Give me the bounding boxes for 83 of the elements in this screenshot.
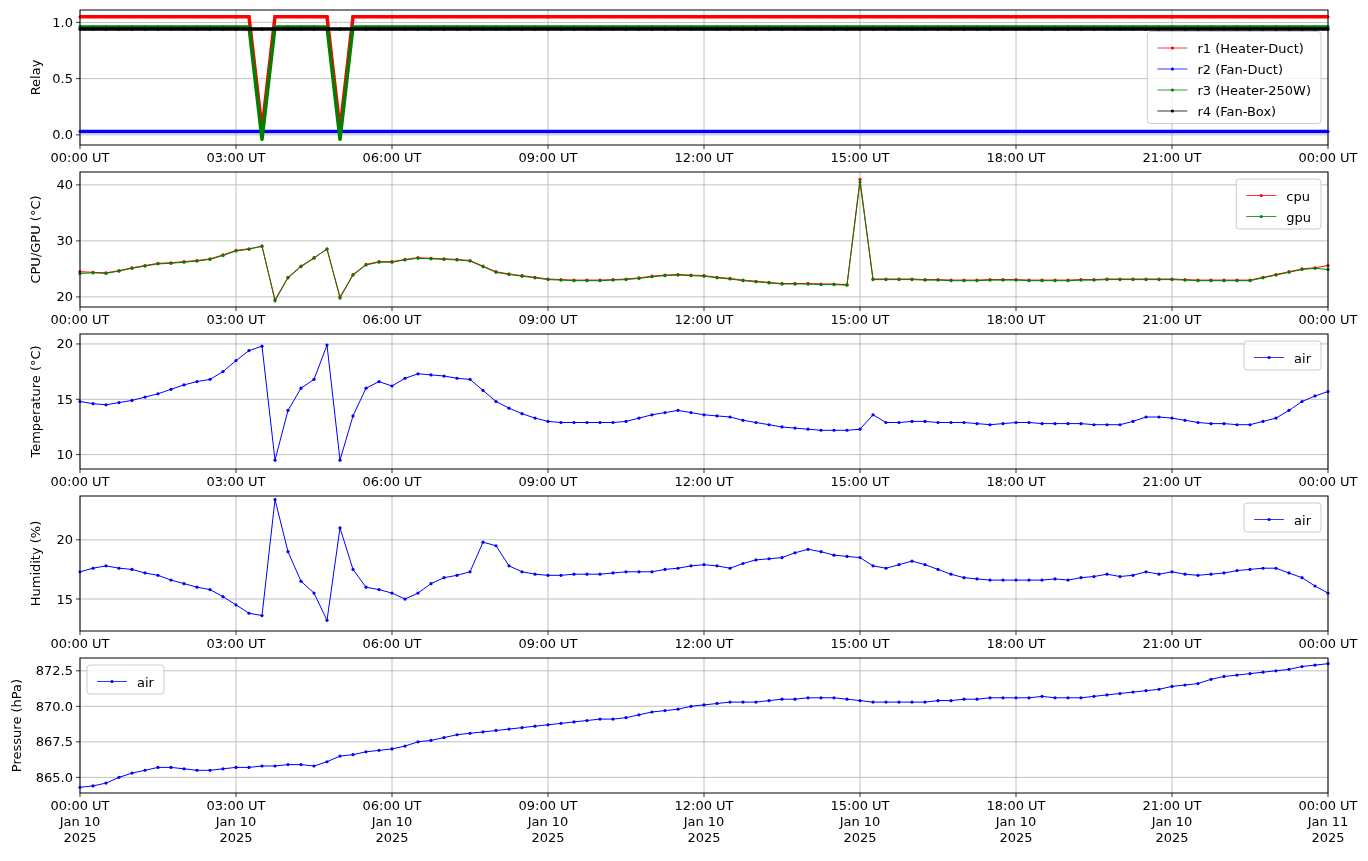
tick-label: 00:00 UT [1298, 636, 1358, 648]
tick-label: 21:00 UT [1142, 312, 1202, 324]
legend-swatch [1253, 355, 1285, 360]
tick-label: 15 [56, 591, 73, 607]
tick-label: 12:00 UT [674, 636, 734, 648]
legend-label: r4 (Fan-Box) [1197, 104, 1277, 119]
tick-label: 865.0 [35, 769, 73, 785]
axis-title: Relay [28, 59, 43, 96]
tick-label: 10 [56, 447, 73, 463]
tick-label: 00:00 UT [50, 474, 110, 486]
legend-label: r2 (Fan-Duct) [1197, 62, 1283, 77]
tick-label: 12:00 UT [674, 474, 734, 486]
legend-swatch [1245, 214, 1277, 219]
tick-label: 09:00 UT [518, 150, 578, 162]
tick-label: 15:00 UT [830, 636, 890, 648]
tick-label: 00:00 UT [1298, 150, 1358, 162]
tick-label: 15:00 UT Jan 10 2025 [830, 798, 890, 845]
tick-label: 12:00 UT [674, 312, 734, 324]
tick-label: 21:00 UT Jan 10 2025 [1142, 798, 1202, 845]
tick-label: 00:00 UT [50, 636, 110, 648]
tick-label: 30 [56, 233, 73, 249]
tick-label: 21:00 UT [1142, 636, 1202, 648]
tick-label: 0.0 [52, 127, 73, 143]
tick-label: 03:00 UT [206, 474, 266, 486]
tick-label: 15:00 UT [830, 150, 890, 162]
axis-title: Humidity (%) [28, 520, 43, 607]
tick-label: 867.5 [35, 734, 73, 750]
tick-label: 06:00 UT Jan 10 2025 [362, 798, 422, 845]
tick-label: 06:00 UT [362, 474, 422, 486]
tick-label: 18:00 UT [986, 312, 1046, 324]
tick-label: 03:00 UT Jan 10 2025 [206, 798, 266, 845]
legend-swatch [1245, 193, 1277, 198]
tick-label: 03:00 UT [206, 150, 266, 162]
axis-title: Pressure (hPa) [9, 678, 24, 773]
tick-label: 00:00 UT Jan 10 2025 [50, 798, 110, 845]
tick-label: 09:00 UT Jan 10 2025 [518, 798, 578, 845]
tick-label: 18:00 UT [986, 150, 1046, 162]
tick-label: 15 [56, 391, 73, 407]
legend-label: r3 (Heater-250W) [1197, 83, 1311, 98]
tick-label: 09:00 UT [518, 636, 578, 648]
tick-label: 18:00 UT [986, 636, 1046, 648]
tick-label: 18:00 UT Jan 10 2025 [986, 798, 1046, 845]
tick-label: 870.0 [35, 698, 73, 714]
tick-label: 40 [56, 177, 73, 193]
tick-label: 09:00 UT [518, 312, 578, 324]
tick-label: 09:00 UT [518, 474, 578, 486]
legend-swatch [96, 679, 128, 684]
tick-label: 06:00 UT [362, 636, 422, 648]
tick-label: 03:00 UT [206, 312, 266, 324]
tick-label: 15:00 UT [830, 474, 890, 486]
tick-label: 21:00 UT [1142, 474, 1202, 486]
legend-swatch [1253, 517, 1285, 522]
tick-label: 00:00 UT [50, 312, 110, 324]
axis-title: Temperature (°C) [28, 345, 43, 458]
axis-title: CPU/GPU (°C) [28, 195, 43, 284]
legend-label: cpu [1286, 188, 1310, 204]
tick-label: 06:00 UT [362, 150, 422, 162]
legend-label: r1 (Heater-Duct) [1197, 41, 1304, 56]
tick-label: 1.0 [52, 14, 73, 30]
legend-swatch [1157, 88, 1188, 92]
tick-label: 0.5 [52, 71, 73, 87]
tick-label: 00:00 UT [1298, 474, 1358, 486]
legend-swatch [1157, 46, 1188, 50]
tick-label: 06:00 UT [362, 312, 422, 324]
tick-label: 18:00 UT [986, 474, 1046, 486]
tick-label: 00:00 UT Jan 11 2025 [1298, 798, 1358, 845]
tick-label: 15:00 UT [830, 312, 890, 324]
tick-label: 20 [56, 532, 73, 548]
legend-label: air [1294, 512, 1311, 528]
legend-swatch [1157, 67, 1188, 71]
tick-label: 12:00 UT Jan 10 2025 [674, 798, 734, 845]
tick-label: 20 [56, 336, 73, 352]
tick-label: 00:00 UT [50, 150, 110, 162]
tick-label: 12:00 UT [674, 150, 734, 162]
legend-label: air [1294, 350, 1311, 366]
tick-label: 00:00 UT [1298, 312, 1358, 324]
tick-label: 03:00 UT [206, 636, 266, 648]
tick-label: 20 [56, 289, 73, 305]
tick-label: 21:00 UT [1142, 150, 1202, 162]
legend-swatch [1157, 109, 1188, 113]
legend-label: gpu [1286, 209, 1311, 225]
legend-label: air [137, 674, 154, 690]
tick-label: 872.5 [35, 663, 73, 679]
